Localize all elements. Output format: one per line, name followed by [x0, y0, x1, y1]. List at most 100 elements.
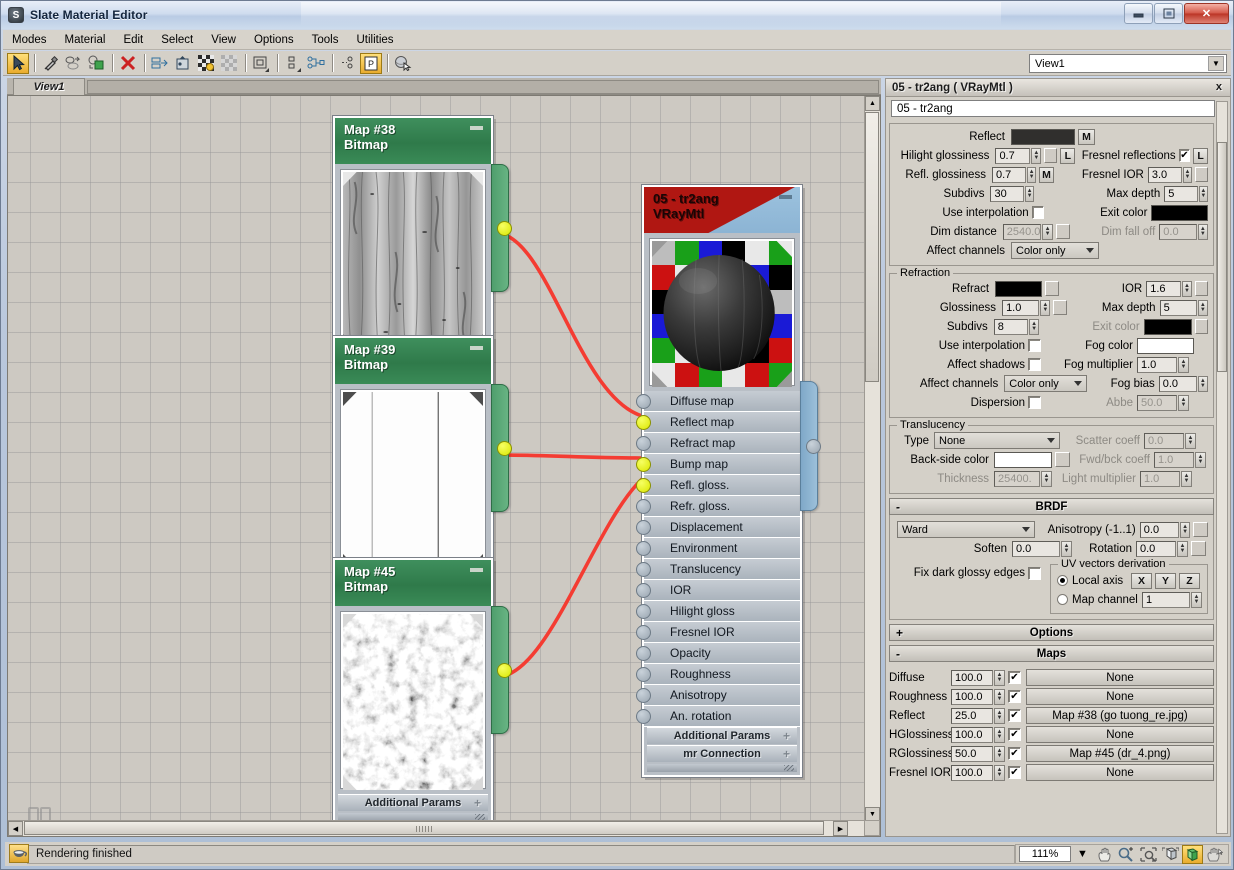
expand-icon[interactable]: +: [474, 797, 481, 809]
node-map45[interactable]: Map #45 Bitmap Additional Params +: [333, 558, 512, 820]
socket-fresnel-ior[interactable]: [636, 625, 651, 640]
refr-max-depth-input[interactable]: 5: [1159, 299, 1197, 316]
refl-max-depth-input[interactable]: 5: [1164, 185, 1198, 202]
map-enable-reflect[interactable]: ✔: [1008, 709, 1021, 722]
refl-glossiness-map-button[interactable]: M: [1039, 166, 1054, 183]
dim-distance-spinner[interactable]: ▲ ▼: [1042, 223, 1053, 240]
map-amount-spinner-hglossiness[interactable]: ▲ ▼: [994, 726, 1005, 743]
refl-exit-color-swatch[interactable]: [1151, 204, 1208, 221]
menu-material[interactable]: Material: [56, 32, 115, 48]
refr-subdivs-input[interactable]: 8: [993, 318, 1029, 335]
node-header[interactable]: Map #39 Bitmap: [335, 338, 491, 384]
map-slot-fresnel-ior[interactable]: None: [1026, 764, 1214, 781]
material-sphere-box-icon[interactable]: [85, 53, 107, 74]
fog-color-swatch[interactable]: [1137, 337, 1194, 354]
refl-subdivs-input[interactable]: 30: [990, 185, 1024, 202]
brdf-model-combo[interactable]: Ward: [897, 521, 1035, 538]
arrow-cursor-icon[interactable]: [7, 52, 29, 74]
checker-grey-icon[interactable]: [218, 53, 240, 74]
output-socket-map38[interactable]: [497, 221, 512, 236]
vscroll-thumb[interactable]: [865, 112, 879, 382]
expand-icon[interactable]: +: [783, 748, 790, 760]
fog-multiplier-input[interactable]: 1.0: [1137, 356, 1177, 373]
back-side-color-swatch[interactable]: [994, 451, 1052, 468]
soften-input[interactable]: 0.0: [1012, 540, 1060, 557]
socket-row-roughness[interactable]: Roughness: [636, 664, 800, 685]
anisotropy-spinner[interactable]: ▲ ▼: [1179, 521, 1191, 538]
fwd-bck-coeff-input[interactable]: 1.0: [1154, 451, 1194, 468]
abbe-spinner[interactable]: ▲ ▼: [1178, 394, 1189, 411]
map-slot-reflect[interactable]: Map #38 (go tuong_re.jpg): [1026, 707, 1214, 724]
zoom-level-value[interactable]: 111%: [1019, 846, 1071, 862]
refl-max-depth-spinner[interactable]: ▲ ▼: [1198, 185, 1209, 202]
hilight-glossiness-spinner[interactable]: ▲ ▼: [1031, 147, 1042, 164]
socket-row-refract-map[interactable]: Refract map: [636, 433, 800, 454]
map-channel-input[interactable]: 1: [1142, 591, 1190, 608]
fresnel-lock-button[interactable]: L: [1193, 147, 1208, 164]
hilight-glossiness-lock-button[interactable]: L: [1060, 147, 1076, 164]
socket-refr-gloss[interactable]: [636, 499, 651, 514]
refl-glossiness-spinner[interactable]: ▲ ▼: [1026, 166, 1037, 183]
refract-map-slot[interactable]: [1045, 281, 1059, 296]
refr-subdivs-spinner[interactable]: ▲ ▼: [1029, 318, 1039, 335]
zoom-extents-icon[interactable]: [1160, 845, 1181, 864]
two-squares-icon[interactable]: [282, 53, 304, 74]
fix-dark-glossy-edges-checkbox[interactable]: ✔: [1028, 566, 1041, 580]
dim-distance-checkbox[interactable]: [1055, 224, 1070, 239]
axis-y-button[interactable]: Y: [1155, 572, 1176, 589]
socket-bump-map[interactable]: [636, 457, 651, 472]
socket-refl-gloss[interactable]: [636, 478, 651, 493]
reflect-map-button[interactable]: M: [1078, 128, 1095, 145]
menu-view[interactable]: View: [202, 32, 245, 48]
map-amount-spinner-fresnel-ior[interactable]: ▲ ▼: [994, 764, 1005, 781]
socket-row-refl-gloss[interactable]: Refl. gloss.: [636, 475, 800, 496]
refl-use-interpolation-checkbox[interactable]: ✔: [1031, 206, 1044, 219]
output-socket-vraymtl[interactable]: [806, 439, 821, 454]
map-amount-fresnel-ior[interactable]: 100.0: [951, 764, 993, 781]
refr-glossiness-map-slot[interactable]: [1053, 300, 1068, 315]
move-children-icon[interactable]: [149, 53, 171, 74]
magnifier-plusminus-icon[interactable]: [1116, 845, 1137, 864]
map-enable-diffuse[interactable]: ✔: [1008, 671, 1021, 684]
fog-bias-input[interactable]: 0.0: [1158, 375, 1197, 392]
red-x-icon[interactable]: [117, 53, 139, 74]
node-thumbnail-map45[interactable]: [341, 612, 485, 790]
axis-z-button[interactable]: Z: [1179, 572, 1200, 589]
soften-spinner[interactable]: ▲ ▼: [1061, 540, 1072, 557]
map-enable-fresnel-ior[interactable]: ✔: [1008, 766, 1021, 779]
menu-modes[interactable]: Modes: [3, 32, 56, 48]
map-slot-diffuse[interactable]: None: [1026, 669, 1214, 686]
refl-subdivs-spinner[interactable]: ▲ ▼: [1024, 185, 1035, 202]
node-tree-icon[interactable]: [305, 53, 327, 74]
scroll-up-button[interactable]: ▲: [865, 96, 880, 111]
refract-color-swatch[interactable]: [995, 280, 1043, 297]
socket-translucency[interactable]: [636, 562, 651, 577]
maps-rollout-header[interactable]: - Maps: [889, 645, 1214, 662]
anisotropy-input[interactable]: 0.0: [1139, 521, 1179, 538]
socket-row-diffuse-map[interactable]: Diffuse map: [636, 391, 800, 412]
scatter-coeff-input[interactable]: 0.0: [1144, 432, 1184, 449]
map-slot-roughness[interactable]: None: [1026, 688, 1214, 705]
socket-refract-map[interactable]: [636, 436, 651, 451]
assign-icon[interactable]: [62, 53, 84, 74]
map-slot-rglossiness[interactable]: Map #45 (dr_4.png): [1026, 745, 1214, 762]
socket-environment[interactable]: [636, 541, 651, 556]
node-thumbnail-map38[interactable]: [341, 170, 485, 348]
socket-row-refr-gloss[interactable]: Refr. gloss.: [636, 496, 800, 517]
reflect-color-swatch[interactable]: [1011, 128, 1075, 145]
fresnel-reflections-checkbox[interactable]: ✔: [1178, 149, 1191, 162]
rotation-input[interactable]: 0.0: [1136, 540, 1176, 557]
dots-tree-icon[interactable]: [337, 53, 359, 74]
refr-ior-map-slot[interactable]: [1194, 281, 1208, 296]
scroll-right-button[interactable]: ▶: [833, 821, 848, 836]
chevron-down-icon[interactable]: ▼: [1072, 845, 1093, 864]
preview-square-icon[interactable]: [250, 53, 272, 74]
map-amount-spinner-roughness[interactable]: ▲ ▼: [994, 688, 1005, 705]
socket-row-environment[interactable]: Environment: [636, 538, 800, 559]
socket-row-displacement[interactable]: Displacement: [636, 517, 800, 538]
minimize-button[interactable]: [1124, 3, 1153, 24]
node-footer-additional-params[interactable]: Additional Params +: [338, 794, 488, 811]
socket-row-opacity[interactable]: Opacity: [636, 643, 800, 664]
socket-row-ior[interactable]: IOR: [636, 580, 800, 601]
map-amount-spinner-rglossiness[interactable]: ▲ ▼: [994, 745, 1005, 762]
